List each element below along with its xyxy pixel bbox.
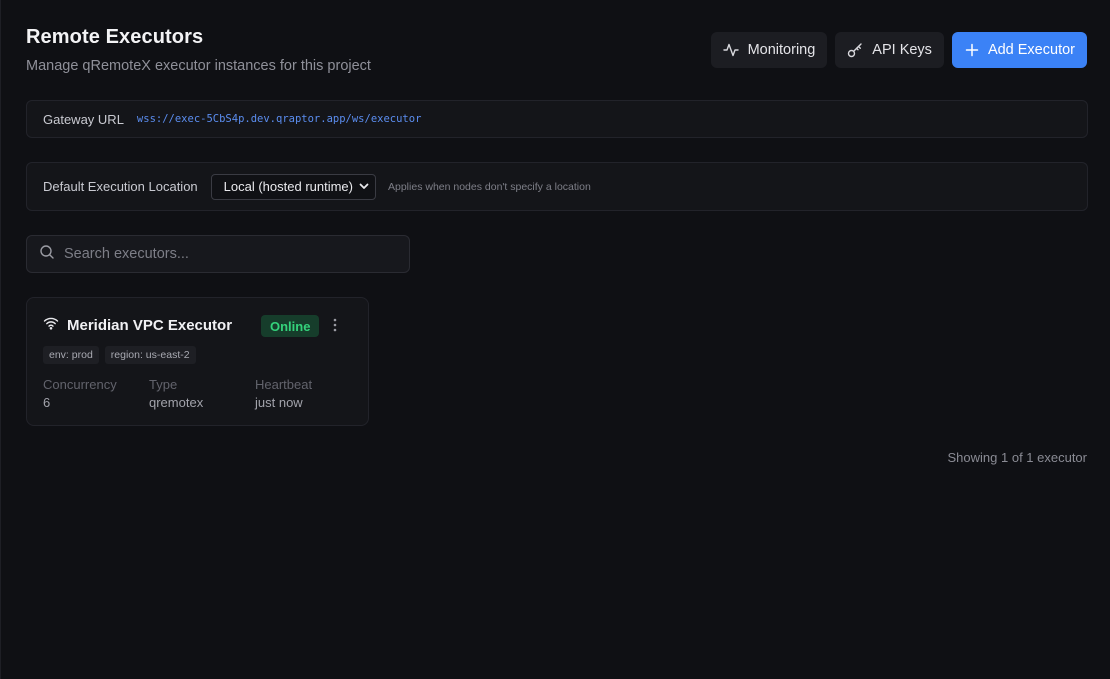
wifi-icon	[43, 316, 59, 335]
key-icon	[847, 42, 863, 58]
search-input[interactable]	[64, 246, 409, 262]
search-bar	[26, 235, 410, 273]
stat-label: Type	[149, 377, 178, 392]
search-icon	[39, 244, 55, 265]
executor-name: Meridian VPC Executor	[67, 317, 233, 334]
monitoring-label: Monitoring	[747, 42, 816, 58]
execution-location-hint: Applies when nodes don't specify a locat…	[388, 180, 591, 193]
stat-concurrency: Concurrency 6	[43, 377, 149, 410]
stat-heartbeat: Heartbeat just now	[255, 377, 361, 410]
plus-icon	[965, 43, 979, 57]
stat-value: 6	[43, 395, 51, 410]
page-title: Remote Executors	[26, 26, 204, 48]
header-actions: Monitoring API Keys Add Executor	[710, 32, 1087, 68]
stat-label: Concurrency	[43, 377, 117, 392]
executor-tags: env: prod region: us-east-2	[43, 346, 196, 364]
stat-value: just now	[255, 395, 303, 410]
tag: region: us-east-2	[104, 346, 196, 364]
api-keys-button[interactable]: API Keys	[835, 32, 944, 68]
execution-location-label: Default Execution Location	[43, 179, 198, 194]
execution-location-panel: Default Execution Location Local (hosted…	[26, 162, 1088, 211]
executor-card[interactable]: Meridian VPC Executor Online env: prod r…	[26, 297, 369, 426]
tag: env: prod	[43, 346, 99, 364]
execution-location-select[interactable]: Local (hosted runtime)	[210, 173, 376, 200]
results-count: Showing 1 of 1 executor	[947, 450, 1087, 465]
stat-label: Heartbeat	[255, 377, 313, 392]
stat-value: qremotex	[149, 395, 204, 410]
gateway-panel: Gateway URL wss://exec-5CbS4p.dev.qrapto…	[26, 100, 1088, 138]
gateway-url[interactable]: wss://exec-5CbS4p.dev.qraptor.app/ws/exe…	[137, 113, 421, 125]
executor-card-header: Meridian VPC Executor	[43, 316, 232, 335]
api-keys-label: API Keys	[872, 42, 932, 58]
add-executor-label: Add Executor	[987, 42, 1075, 58]
monitoring-button[interactable]: Monitoring	[710, 32, 828, 68]
add-executor-button[interactable]: Add Executor	[951, 32, 1087, 68]
gateway-label: Gateway URL	[43, 111, 124, 127]
page-subtitle: Manage qRemoteX executor instances for t…	[26, 58, 371, 74]
chevron-down-icon	[359, 179, 369, 194]
stat-type: Type qremotex	[149, 377, 255, 410]
status-badge: Online	[261, 315, 320, 337]
execution-location-value: Local (hosted runtime)	[223, 179, 353, 194]
executor-stats: Concurrency 6 Type qremotex Heartbeat ju…	[43, 377, 361, 410]
activity-icon	[722, 42, 739, 58]
more-options-icon[interactable]	[332, 317, 338, 338]
page-header: Remote Executors Manage qRemoteX executo…	[26, 26, 371, 74]
